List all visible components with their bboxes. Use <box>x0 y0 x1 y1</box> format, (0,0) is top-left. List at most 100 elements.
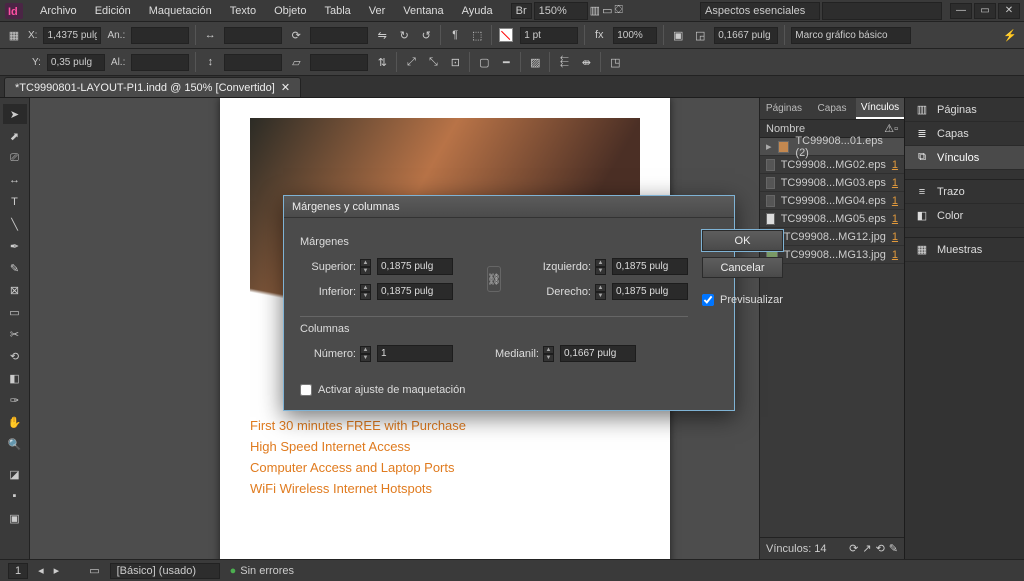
document-tab[interactable]: *TC9990801-LAYOUT-PI1.indd @ 150% [Conve… <box>4 77 301 97</box>
y-field[interactable] <box>47 54 105 71</box>
text-wrap-icon[interactable]: ▣ <box>670 27 686 43</box>
margin-left-field[interactable] <box>612 258 688 275</box>
bridge-button[interactable]: Br <box>511 3 532 19</box>
hand-tool[interactable]: ✋ <box>3 412 27 432</box>
menu-maquetacion[interactable]: Maquetación <box>141 2 220 20</box>
dock-vinculos[interactable]: ⧉Vínculos <box>905 146 1024 170</box>
window-minimize-icon[interactable]: — <box>950 3 972 19</box>
window-close-icon[interactable]: ✕ <box>998 3 1020 19</box>
spinner-icon[interactable]: ▲▼ <box>595 284 606 300</box>
rotate-cw-icon[interactable]: ↻ <box>396 27 412 43</box>
fill-swatch-icon[interactable] <box>498 27 514 43</box>
stroke-swatch-icon[interactable]: ▢ <box>476 54 492 70</box>
rectangle-tool[interactable]: ▭ <box>3 302 27 322</box>
workspace-dropdown[interactable] <box>700 2 820 20</box>
x-field[interactable] <box>43 27 101 44</box>
spinner-icon[interactable]: ▲▼ <box>360 284 371 300</box>
corner-options-icon[interactable]: ◲ <box>692 27 708 43</box>
open-docs-icon[interactable]: ▭ <box>89 564 99 577</box>
page-navigator[interactable]: 1 <box>8 563 28 579</box>
selection-tool[interactable]: ➤ <box>3 104 27 124</box>
pencil-tool[interactable]: ✎ <box>3 258 27 278</box>
ok-button[interactable]: OK <box>702 230 783 251</box>
line-tool[interactable]: ╲ <box>3 214 27 234</box>
gradient-tool[interactable]: ◧ <box>3 368 27 388</box>
page-tool[interactable]: ⎚ <box>3 148 27 168</box>
zoom-tool[interactable]: 🔍 <box>3 434 27 454</box>
view-mode-icon[interactable]: ▥ <box>590 4 600 17</box>
object-icon[interactable]: ⬚ <box>469 27 485 43</box>
update-link-icon[interactable]: ⟲ <box>876 542 885 555</box>
fit-frame-icon[interactable]: ⤡ <box>425 54 441 70</box>
panel-tab-vinculos[interactable]: Vínculos <box>856 98 904 119</box>
spinner-icon[interactable]: ▲▼ <box>595 259 606 275</box>
rotate-ccw-icon[interactable]: ↺ <box>418 27 434 43</box>
rotate-field[interactable] <box>310 27 368 44</box>
view-mode-tool[interactable]: ▣ <box>3 508 27 528</box>
fill-stroke-icon[interactable]: ◪ <box>3 464 27 484</box>
close-tab-icon[interactable]: ✕ <box>281 81 290 94</box>
dock-color[interactable]: ◧Color <box>905 204 1024 228</box>
shear-field[interactable] <box>310 54 368 71</box>
layout-adjust-checkbox[interactable]: Activar ajuste de maquetación <box>300 384 688 396</box>
goto-link-icon[interactable]: ↗ <box>862 542 871 555</box>
height-field[interactable] <box>131 54 189 71</box>
type-tool[interactable]: T <box>3 192 27 212</box>
menu-tabla[interactable]: Tabla <box>316 2 358 20</box>
dock-capas[interactable]: ≣Capas <box>905 122 1024 146</box>
spinner-icon[interactable]: ▲▼ <box>360 346 371 362</box>
width-field[interactable] <box>131 27 189 44</box>
spinner-icon[interactable]: ▲▼ <box>543 346 554 362</box>
menu-objeto[interactable]: Objeto <box>266 2 314 20</box>
stroke-style-icon[interactable]: ━ <box>498 54 514 70</box>
link-row[interactable]: TC99908...MG02.eps1 <box>760 156 904 174</box>
corner-radius-field[interactable] <box>714 27 778 44</box>
dock-muestras[interactable]: ▦Muestras <box>905 238 1024 262</box>
margin-right-field[interactable] <box>612 283 688 300</box>
cancel-button[interactable]: Cancelar <box>702 257 783 278</box>
stroke-weight-field[interactable] <box>520 27 578 44</box>
search-input[interactable] <box>822 2 942 20</box>
spinner-icon[interactable]: ▲▼ <box>360 259 371 275</box>
reference-point-icon[interactable]: ▦ <box>6 27 22 43</box>
drop-shadow-icon[interactable]: ▨ <box>527 54 543 70</box>
menu-edicion[interactable]: Edición <box>87 2 139 20</box>
dialog-titlebar[interactable]: Márgenes y columnas <box>284 196 734 218</box>
apply-color-icon[interactable]: ▪ <box>3 486 27 506</box>
margin-top-field[interactable] <box>377 258 453 275</box>
link-margins-icon[interactable]: ⛓ <box>487 266 501 292</box>
window-restore-icon[interactable]: ▭ <box>974 3 996 19</box>
effects-icon[interactable]: fx <box>591 27 607 43</box>
panel-tab-capas[interactable]: Capas <box>808 98 856 119</box>
columns-number-field[interactable] <box>377 345 453 362</box>
align-center-icon[interactable]: ⇼ <box>578 54 594 70</box>
arrange-icon[interactable]: ⛋ <box>614 4 622 17</box>
fit-content-icon[interactable]: ⤢ <box>403 54 419 70</box>
object-style-dropdown[interactable] <box>791 27 911 44</box>
menu-texto[interactable]: Texto <box>222 2 264 20</box>
margin-bottom-field[interactable] <box>377 283 453 300</box>
flip-h-icon[interactable]: ⇋ <box>374 27 390 43</box>
direct-selection-tool[interactable]: ⬈ <box>3 126 27 146</box>
eyedropper-tool[interactable]: ✑ <box>3 390 27 410</box>
menu-ventana[interactable]: Ventana <box>395 2 451 20</box>
zoom-dropdown[interactable] <box>534 2 588 20</box>
next-page-icon[interactable]: ▸ <box>54 564 60 577</box>
prev-page-icon[interactable]: ◂ <box>38 564 44 577</box>
pen-tool[interactable]: ✒ <box>3 236 27 256</box>
rectangle-frame-tool[interactable]: ⊠ <box>3 280 27 300</box>
link-row[interactable]: TC99908...MG04.eps1 <box>760 192 904 210</box>
scale-y-field[interactable] <box>224 54 282 71</box>
flip-v-icon[interactable]: ⇅ <box>374 54 390 70</box>
menu-ver[interactable]: Ver <box>361 2 394 20</box>
preflight-status[interactable]: Sin errores <box>230 565 294 577</box>
preview-checkbox[interactable]: Previsualizar <box>702 294 783 306</box>
relink-icon[interactable]: ⟳ <box>849 542 858 555</box>
link-row[interactable]: TC99908...MG03.eps1 <box>760 174 904 192</box>
link-row[interactable]: ▸TC99908...01.eps (2) <box>760 138 904 156</box>
edit-original-icon[interactable]: ✎ <box>889 542 898 555</box>
center-content-icon[interactable]: ⊡ <box>447 54 463 70</box>
scissors-tool[interactable]: ✂ <box>3 324 27 344</box>
scale-x-field[interactable] <box>224 27 282 44</box>
flash-icon[interactable]: ⚡ <box>1002 27 1018 43</box>
